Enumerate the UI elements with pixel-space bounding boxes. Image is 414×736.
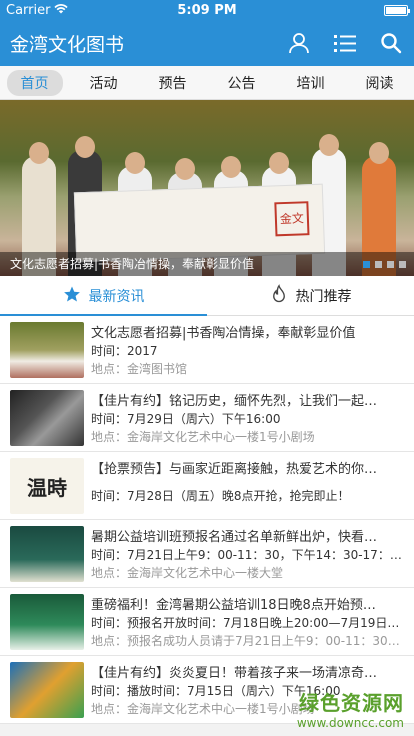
news-time: 时间：预报名开放时间：7月18日晚上20:00—7月19日…: [91, 616, 400, 630]
tab-home[interactable]: 首页: [6, 69, 63, 96]
news-thumbnail: [10, 594, 84, 650]
list-menu-icon[interactable]: [332, 30, 358, 56]
category-tabs: 首页 活动 预告 公告 培训 阅读: [0, 66, 414, 100]
list-item[interactable]: 文化志愿者招募|书香陶冶情操，奉献彰显价值 时间：2017 地点：金湾图书馆: [0, 316, 414, 384]
tab-activities[interactable]: 活动: [76, 70, 132, 96]
news-location: 地点：金湾图书馆: [91, 362, 188, 376]
news-title: 重磅福利！金湾暑期公益培训18日晚8点开始预…: [91, 598, 376, 613]
section-tabs: 最新资讯 热门推荐: [0, 276, 414, 316]
status-bar: Carrier 5:09 PM: [0, 0, 414, 20]
user-icon[interactable]: [286, 30, 312, 56]
app-navbar: 金湾文化图书: [0, 20, 414, 66]
tab-hot-recommend-label: 热门推荐: [295, 288, 352, 305]
news-title: 文化志愿者招募|书香陶冶情操，奉献彰显价值: [91, 326, 356, 341]
news-title: 暑期公益培训班预报名通过名单新鲜出炉，快看…: [91, 530, 378, 545]
news-thumbnail: [10, 526, 84, 582]
battery-icon: [384, 4, 410, 16]
news-thumbnail: [10, 390, 84, 446]
tab-previews[interactable]: 预告: [145, 70, 201, 96]
list-item[interactable]: 【佳片有约】炎炎夏日！带着孩子来一场清凉奇… 时间：播放时间：7月15日（周六）…: [0, 656, 414, 724]
news-time: 时间：7月28日（周五）晚8点开抢，抢完即止！: [91, 488, 350, 503]
list-item[interactable]: 温時 【抢票预告】与画家近距离接触，热爱艺术的你… 时间：7月28日（周五）晚8…: [0, 452, 414, 520]
news-location: 地点：金海岸文化艺术中心一楼大堂: [91, 566, 284, 580]
banner-caption: 文化志愿者招募|书香陶冶情操，奉献彰显价值: [0, 252, 414, 276]
tab-latest-news-label: 最新资讯: [88, 288, 145, 305]
news-location: 地点：预报名成功人员请于7月21日上午9：00-11：30，下…: [91, 634, 404, 648]
news-title: 【佳片有约】铭记历史，缅怀先烈，让我们一起…: [91, 394, 378, 409]
star-icon: [63, 285, 81, 307]
news-thumbnail: 温時: [10, 458, 84, 514]
banner-photo: 金文: [0, 100, 414, 276]
news-location: 地点：金海岸文化艺术中心一楼1号小剧场: [91, 702, 315, 716]
tab-announcements[interactable]: 公告: [214, 70, 270, 96]
news-time: 时间：7月29日（周六）下午16:00: [91, 412, 281, 426]
banner-cloth: 金文: [73, 183, 326, 263]
list-item[interactable]: 【佳片有约】铭记历史，缅怀先烈，让我们一起… 时间：7月29日（周六）下午16:…: [0, 384, 414, 452]
list-item[interactable]: 暑期公益培训班预报名通过名单新鲜出炉，快看… 时间：7月21日上午9：00-11…: [0, 520, 414, 588]
carousel-dot[interactable]: [387, 261, 394, 268]
clock: 5:09 PM: [177, 2, 237, 18]
news-time: 时间：播放时间：7月15日（周六）下午16:00: [91, 684, 341, 698]
flame-icon: [270, 283, 288, 308]
tab-latest-news[interactable]: 最新资讯: [0, 276, 207, 315]
carousel-indicators: [363, 261, 406, 268]
banner-carousel[interactable]: 金文 文化志愿者招募|书香陶冶情操，奉献彰显价值: [0, 100, 414, 276]
carousel-dot[interactable]: [363, 261, 370, 268]
carousel-dot[interactable]: [375, 261, 382, 268]
news-location: 地点：金海岸文化艺术中心一楼1号小剧场: [91, 430, 315, 444]
news-time: 时间：2017: [91, 344, 158, 358]
tab-reading[interactable]: 阅读: [352, 70, 408, 96]
news-thumbnail: [10, 322, 84, 378]
active-tab-indicator: [0, 314, 207, 316]
news-thumbnail: [10, 662, 84, 718]
carousel-dot[interactable]: [399, 261, 406, 268]
list-item[interactable]: 重磅福利！金湾暑期公益培训18日晚8点开始预… 时间：预报名开放时间：7月18日…: [0, 588, 414, 656]
tab-hot-recommend[interactable]: 热门推荐: [207, 276, 414, 315]
tab-training[interactable]: 培训: [283, 70, 339, 96]
news-title: 【佳片有约】炎炎夏日！带着孩子来一场清凉奇…: [91, 666, 378, 681]
banner-seal: 金文: [274, 201, 310, 237]
search-icon[interactable]: [378, 30, 404, 56]
news-list: 文化志愿者招募|书香陶冶情操，奉献彰显价值 时间：2017 地点：金湾图书馆 【…: [0, 316, 414, 724]
news-time: 时间：7月21日上午9：00-11：30，下午14：30-17：00: [91, 548, 404, 562]
app-title: 金湾文化图书: [10, 33, 125, 56]
news-title: 【抢票预告】与画家近距离接触，热爱艺术的你…: [91, 462, 378, 477]
